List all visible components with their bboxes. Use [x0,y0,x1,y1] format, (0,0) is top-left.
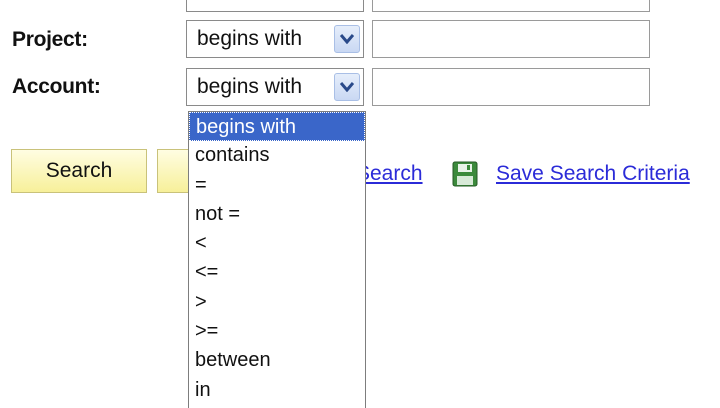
operator-dropdown-list[interactable]: begins with contains = not = < <= > >= b… [188,111,366,408]
floppy-disk-icon[interactable] [452,161,478,187]
dropdown-option-begins-with[interactable]: begins with [189,112,365,142]
dropdown-option-between[interactable]: between [189,346,365,375]
project-operator-value: begins with [197,27,303,50]
chevron-down-icon[interactable] [334,73,360,101]
dropdown-option-greater-than[interactable]: > [189,288,365,317]
dropdown-option-less-than[interactable]: < [189,229,365,258]
project-operator-select[interactable]: begins with [186,20,364,58]
account-operator-select[interactable]: begins with [186,68,364,106]
project-value-input[interactable] [372,20,650,58]
account-label: Account: [12,75,101,98]
chevron-down-icon[interactable] [334,25,360,53]
dropdown-option-equals[interactable]: = [189,171,365,200]
partial-operator-select[interactable] [186,0,364,12]
search-form: Project: begins with Account: begins wit… [0,0,720,408]
dropdown-option-less-equal[interactable]: <= [189,258,365,287]
project-label: Project: [12,28,88,51]
dropdown-option-not-equals[interactable]: not = [189,200,365,229]
dropdown-option-contains[interactable]: contains [189,141,365,170]
account-operator-value: begins with [197,75,303,98]
search-button[interactable]: Search [11,149,147,193]
partial-value-input[interactable] [372,0,650,12]
account-value-input[interactable] [372,68,650,106]
dropdown-option-greater-equal[interactable]: >= [189,317,365,346]
save-search-criteria-link[interactable]: Save Search Criteria [496,162,690,186]
dropdown-option-in[interactable]: in [189,376,365,405]
